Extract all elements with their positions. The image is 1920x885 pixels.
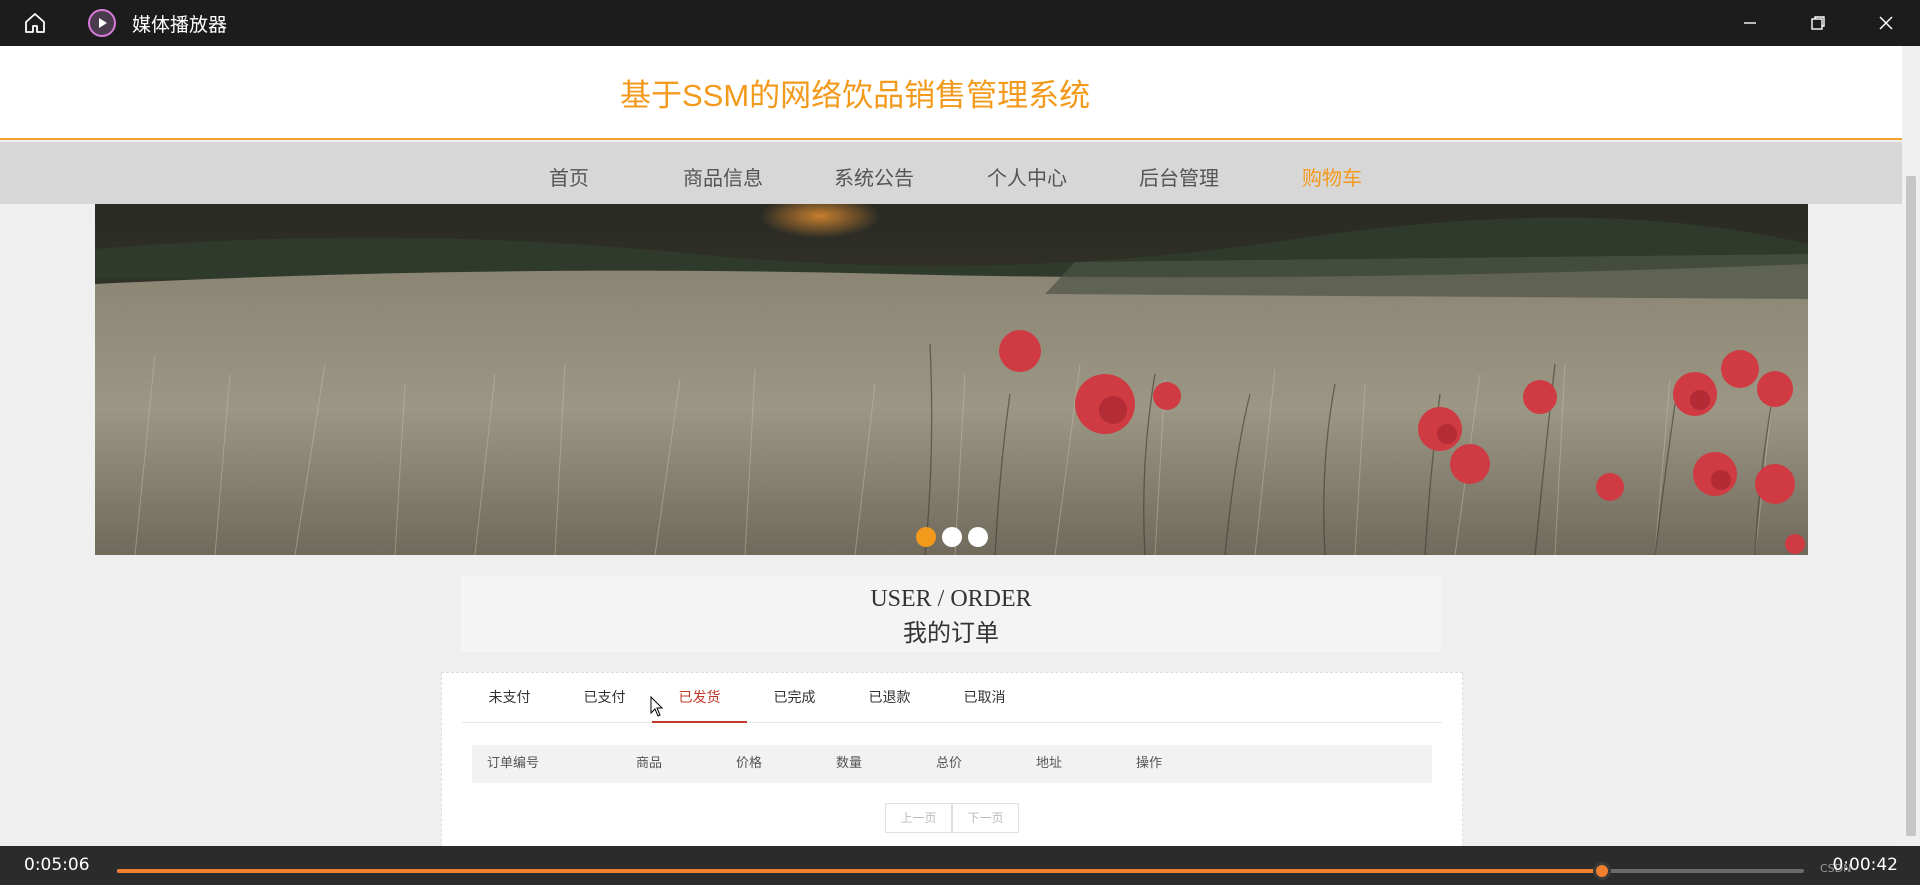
nav-item-announcements[interactable]: 系统公告 (834, 162, 914, 191)
home-icon (25, 13, 45, 33)
order-section-heading: USER / ORDER 我的订单 (461, 576, 1441, 652)
section-title-cn: 我的订单 (903, 621, 999, 647)
next-page-button[interactable]: 下一页 (952, 803, 1019, 833)
scrollbar-thumb[interactable] (1906, 176, 1916, 836)
site-header: 基于SSM的网络饮品销售管理系统 (0, 46, 1902, 140)
main-navbar: 首页 商品信息 系统公告 个人中心 后台管理 购物车 (0, 142, 1902, 204)
tab-paid[interactable]: 已支付 (557, 673, 652, 723)
nav-item-products[interactable]: 商品信息 (683, 162, 763, 191)
nav-item-home[interactable]: 首页 (549, 162, 589, 191)
pagination: 上一页 下一页 (885, 803, 1019, 833)
page-scrollbar[interactable] (1902, 46, 1920, 846)
restore-button[interactable] (1784, 0, 1852, 46)
column-price: 价格 (736, 756, 763, 771)
carousel-dot-1[interactable] (915, 527, 936, 547)
prev-page-button[interactable]: 上一页 (885, 803, 952, 833)
tab-shipped[interactable]: 已发货 (652, 673, 747, 723)
media-player-app-icon (88, 9, 116, 37)
order-table-header: 订单编号 商品 价格 数量 总价 地址 操作 (472, 745, 1432, 783)
nav-item-profile[interactable]: 个人中心 (987, 162, 1067, 191)
window-title: 媒体播放器 (132, 13, 228, 36)
nav-item-cart[interactable]: 购物车 (1302, 162, 1362, 191)
carousel-dots (95, 527, 1808, 547)
section-title-en: USER / ORDER (870, 586, 1032, 612)
minimize-icon (1744, 22, 1756, 24)
tab-completed[interactable]: 已完成 (747, 673, 842, 723)
column-quantity: 数量 (836, 756, 863, 771)
tab-cancelled[interactable]: 已取消 (937, 673, 1032, 723)
column-order-number: 订单编号 (487, 756, 540, 771)
column-total: 总价 (936, 756, 963, 771)
close-button[interactable] (1852, 0, 1920, 46)
mouse-cursor-icon (650, 696, 664, 717)
banner-image (95, 204, 1808, 555)
column-address: 地址 (1036, 756, 1063, 771)
banner-carousel[interactable] (95, 204, 1808, 555)
seek-bar[interactable] (117, 862, 1804, 880)
order-status-tabs: 未支付 已支付 已发货 已完成 已退款 已取消 (462, 673, 1442, 723)
minimize-button[interactable] (1716, 0, 1784, 46)
order-panel: 未支付 已支付 已发货 已完成 已退款 已取消 订单编号 商品 价格 数量 总价… (441, 672, 1463, 846)
player-title-bar: 媒体播放器 (0, 0, 1920, 46)
remaining-time: 0:00:42 (1832, 855, 1898, 875)
nav-item-admin[interactable]: 后台管理 (1139, 162, 1219, 191)
tab-unpaid[interactable]: 未支付 (462, 673, 557, 723)
player-control-bar: 0:05:06 CSDN 0:00:42 (0, 846, 1920, 885)
seek-bar-progress (117, 869, 1602, 873)
home-button[interactable] (0, 0, 70, 46)
carousel-dot-3[interactable] (967, 527, 988, 547)
column-actions: 操作 (1136, 756, 1163, 771)
tab-refunded[interactable]: 已退款 (842, 673, 937, 723)
restore-icon (1811, 16, 1825, 30)
web-page-viewport: 基于SSM的网络饮品销售管理系统 首页 商品信息 系统公告 个人中心 后台管理 … (0, 46, 1902, 846)
column-product: 商品 (636, 756, 663, 771)
carousel-dot-2[interactable] (941, 527, 962, 547)
seek-bar-thumb[interactable] (1592, 862, 1611, 880)
close-icon (1879, 16, 1893, 30)
elapsed-time: 0:05:06 (24, 855, 90, 875)
site-title: 基于SSM的网络饮品销售管理系统 (620, 78, 1091, 113)
